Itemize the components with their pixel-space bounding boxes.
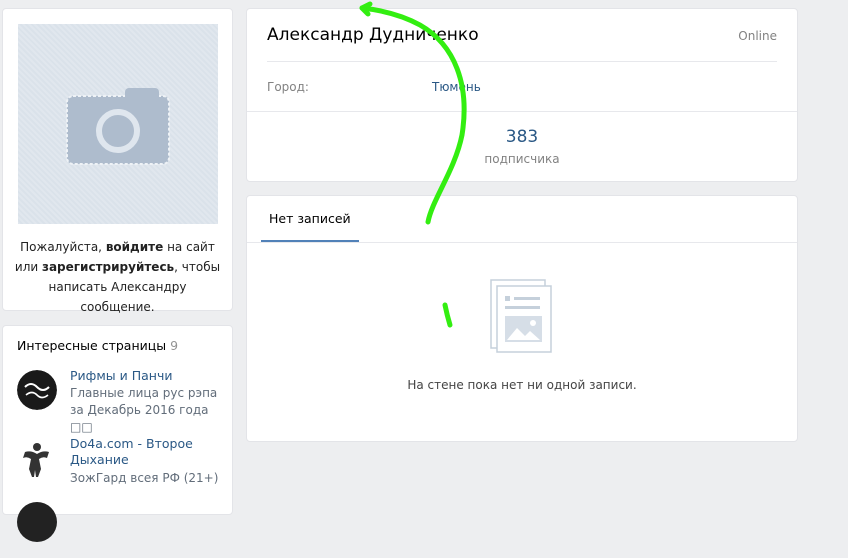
list-item[interactable]: Рифмы и Панчи Главные лица рус рэпа за Д… <box>17 368 227 434</box>
interesting-pages-header[interactable]: Интересные страницы 9 <box>17 338 178 353</box>
page-name[interactable]: Рифмы и Панчи <box>70 368 220 384</box>
profile-photo-placeholder[interactable] <box>18 24 218 224</box>
tab-wall[interactable]: Нет записей <box>261 196 359 242</box>
register-link[interactable]: зарегистрируйтесь <box>42 260 174 274</box>
page-description: ЗожГард всея РФ (21+) <box>70 471 219 485</box>
city-link[interactable]: Тюмень <box>432 80 481 94</box>
interesting-pages-card: Интересные страницы 9 Рифмы и Панчи Главн… <box>2 325 233 542</box>
interesting-pages-count: 9 <box>170 338 179 353</box>
followers-label[interactable]: подписчика <box>247 152 797 166</box>
login-link[interactable]: войдите <box>106 240 163 254</box>
page-name[interactable]: Do4a.com - Второе Дыхание <box>70 436 220 468</box>
camera-icon <box>66 88 170 165</box>
document-icon <box>490 279 552 353</box>
empty-wall-message: На стене пока нет ни одной записи. <box>407 378 637 392</box>
avatar[interactable] <box>17 370 57 410</box>
list-item[interactable]: Do4a.com - Второе Дыхание ЗожГард всея Р… <box>17 436 227 494</box>
online-status: Online <box>738 29 777 43</box>
profile-name: Александр Дудниченко <box>267 25 479 45</box>
avatar[interactable] <box>17 502 57 542</box>
bodybuilder-icon <box>17 438 57 478</box>
wall-card: Нет записей На стене пока нет ни одной з… <box>246 195 798 442</box>
login-prefix-text: Пожалуйста, <box>20 240 106 254</box>
followers-count[interactable]: 383 <box>247 127 797 147</box>
avatar[interactable] <box>17 438 57 478</box>
login-prompt: Пожалуйста, войдите на сайт или зарегист… <box>11 237 224 317</box>
profile-photo-card: Пожалуйста, войдите на сайт или зарегист… <box>2 8 233 314</box>
divider <box>267 61 777 62</box>
interesting-pages-title: Интересные страницы <box>17 338 167 353</box>
divider <box>247 242 797 243</box>
divider <box>247 111 797 112</box>
profile-info-card: Александр Дудниченко Online Город: Тюмен… <box>246 8 798 182</box>
list-item[interactable] <box>17 502 227 558</box>
rifmy-logo-icon <box>17 370 57 410</box>
page-description: Главные лица рус рэпа за Декабрь 2016 го… <box>70 386 218 434</box>
city-label: Город: <box>267 80 309 94</box>
